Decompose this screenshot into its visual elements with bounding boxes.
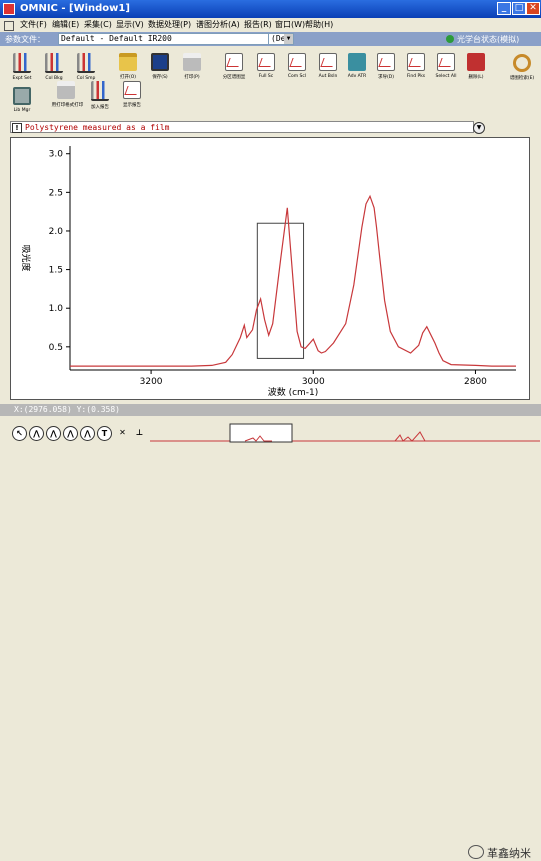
- y-tick-label: 2.0: [49, 227, 64, 237]
- baseline-tool[interactable]: ⋀: [80, 426, 95, 441]
- chart-icon: [257, 53, 275, 71]
- spectrum-chart[interactable]: 0.5 1.0 1.5 2.0 2.5 3.0 3200 3000 2800 波数 (cm-1) 吸…: [11, 138, 529, 399]
- x-tick-label: 3000: [302, 377, 325, 387]
- menu-view[interactable]: 显示(V): [116, 19, 144, 30]
- derivative-button[interactable]: 求导(D): [370, 53, 402, 80]
- window-title: OMNIC - [Window1]: [20, 3, 130, 14]
- save-button[interactable]: 保存(S): [144, 53, 176, 80]
- select-all-button[interactable]: Select All: [430, 53, 462, 79]
- split-display-button[interactable]: 分区谱图显: [218, 53, 250, 80]
- search-spectrum-button[interactable]: 谱图检索(E): [506, 53, 538, 81]
- menu-edit[interactable]: 编辑(E): [52, 19, 79, 30]
- spectrum-overview[interactable]: [150, 420, 540, 444]
- disk-icon: [151, 53, 169, 71]
- y-axis-label: 吸光度: [20, 244, 32, 271]
- y-tick-label: 0.5: [49, 343, 63, 353]
- zoom-tool-icon[interactable]: ✕: [116, 426, 129, 439]
- delete-button[interactable]: 删除(L): [460, 53, 492, 80]
- bars-icon: [77, 53, 95, 73]
- adv-atr-button[interactable]: Adv ATR: [341, 53, 373, 79]
- expt-set-button[interactable]: Expt Set: [6, 53, 38, 81]
- print-button[interactable]: 打印(P): [176, 53, 208, 80]
- printer-icon: [183, 53, 201, 71]
- col-smp-button[interactable]: Col Smp: [70, 53, 102, 81]
- x-tick-label: 2800: [464, 377, 487, 387]
- chevron-down-icon: ▼: [284, 34, 293, 44]
- chart-icon: [288, 53, 306, 71]
- auto-baseline-button[interactable]: Aut Bsln: [312, 53, 344, 79]
- menu-window[interactable]: 窗口(W): [275, 19, 305, 30]
- x-tick-label: 3200: [140, 377, 163, 387]
- full-scale-button[interactable]: Full Sc: [250, 53, 282, 79]
- chart-icon: [319, 53, 337, 71]
- print-template-button[interactable]: 用打印格式打印: [50, 81, 83, 108]
- atr-icon: [348, 53, 366, 71]
- library-icon: [13, 87, 31, 105]
- view-report-button[interactable]: 显示报告: [116, 81, 148, 108]
- find-peaks-button[interactable]: Find Pks: [400, 53, 432, 79]
- document-menu-icon[interactable]: [4, 21, 14, 31]
- bench-status[interactable]: 光学台状态(模拟): [446, 34, 519, 45]
- status-icon: [446, 35, 454, 43]
- menu-help[interactable]: 帮助(H): [305, 19, 333, 30]
- menu-collect[interactable]: 采集(C): [84, 19, 112, 30]
- menu-file[interactable]: 文件(F): [20, 19, 47, 30]
- bars-icon: [45, 53, 63, 73]
- param-suffix-select[interactable]: (De ▼: [268, 33, 294, 45]
- app-icon: [3, 3, 15, 15]
- peak-area-tool[interactable]: ⋀: [63, 426, 78, 441]
- y-tick-label: 3.0: [49, 150, 64, 160]
- col-bkg-button[interactable]: Col Bkg: [38, 53, 70, 81]
- menu-analyze[interactable]: 谱图分析(A): [196, 19, 240, 30]
- common-scale-button[interactable]: Com Scl: [281, 53, 313, 79]
- title-bar: OMNIC - [Window1] _ □ ✕: [0, 0, 541, 18]
- menu-bar: 文件(F) 编辑(E) 采集(C) 显示(V) 数据处理(P) 谱图分析(A) …: [0, 18, 541, 32]
- watermark: 革鑫纳米: [468, 845, 531, 861]
- selection-box: [256, 222, 305, 359]
- chart-icon: [407, 53, 425, 71]
- peak-height-tool[interactable]: ⋀: [46, 426, 61, 441]
- bars-icon: [91, 81, 109, 101]
- maximize-button[interactable]: □: [512, 2, 526, 15]
- spectrum-plot[interactable]: 0.5 1.0 1.5 2.0 2.5 3.0 3200 3000 2800 波数 (cm-1) 吸…: [10, 137, 530, 400]
- bars-icon: [13, 53, 31, 73]
- y-tick-label: 2.5: [49, 188, 63, 198]
- minimize-button[interactable]: _: [497, 2, 511, 15]
- text-tool[interactable]: T: [97, 426, 112, 441]
- menu-process[interactable]: 数据处理(P): [148, 19, 191, 30]
- search-icon: [513, 54, 531, 72]
- param-file-select[interactable]: Default - Default IR200: [58, 33, 294, 45]
- y-tick-label: 1.5: [49, 266, 63, 276]
- pointer-tool[interactable]: ↖: [12, 426, 27, 441]
- chart-icon: [437, 53, 455, 71]
- chart-icon: [123, 81, 141, 99]
- x-axis-label: 波数 (cm-1): [268, 386, 319, 398]
- chart-icon: [225, 53, 243, 71]
- spectrum-title: Polystyrene measured as a film: [25, 123, 170, 132]
- wechat-icon: [468, 845, 484, 859]
- close-button[interactable]: ✕: [526, 2, 540, 15]
- printer-icon: [57, 81, 75, 99]
- add-to-report-button[interactable]: 加入报告: [84, 81, 116, 110]
- spectrum-line: [70, 194, 516, 367]
- menu-report[interactable]: 报告(R): [244, 19, 272, 30]
- lib-mgr-button[interactable]: Lib Mgr: [6, 87, 38, 113]
- parameter-bar: 参数文件： Default - Default IR200 (De ▼ 光学台状…: [0, 32, 541, 46]
- coordinate-bar: X:(2976.058) Y:(0.358): [0, 404, 541, 416]
- open-button[interactable]: 打开(O): [112, 53, 144, 80]
- param-file-label: 参数文件：: [5, 35, 45, 44]
- y-tick-label: 1.0: [49, 304, 64, 314]
- flag-icon: !: [12, 123, 22, 133]
- scale-tool-icon[interactable]: ⊥: [133, 426, 146, 439]
- folder-icon: [119, 53, 137, 71]
- coordinate-readout: X:(2976.058) Y:(0.358): [14, 405, 120, 414]
- chevron-down-icon[interactable]: ▼: [473, 122, 485, 134]
- region-tool[interactable]: ⋀: [29, 426, 44, 441]
- overview-viewport[interactable]: [229, 423, 293, 443]
- chart-icon: [377, 53, 395, 71]
- spectrum-title-bar[interactable]: ! Polystyrene measured as a film ▼: [10, 121, 485, 134]
- bottom-toolbar: ↖ ⋀ ⋀ ⋀ ⋀ T ✕ ⊥ 革鑫纳米: [0, 420, 541, 860]
- toolbar: Expt Set Col Bkg Col Smp 打开(O) 保存(S) 打印(…: [0, 47, 541, 116]
- delete-icon: [467, 53, 485, 71]
